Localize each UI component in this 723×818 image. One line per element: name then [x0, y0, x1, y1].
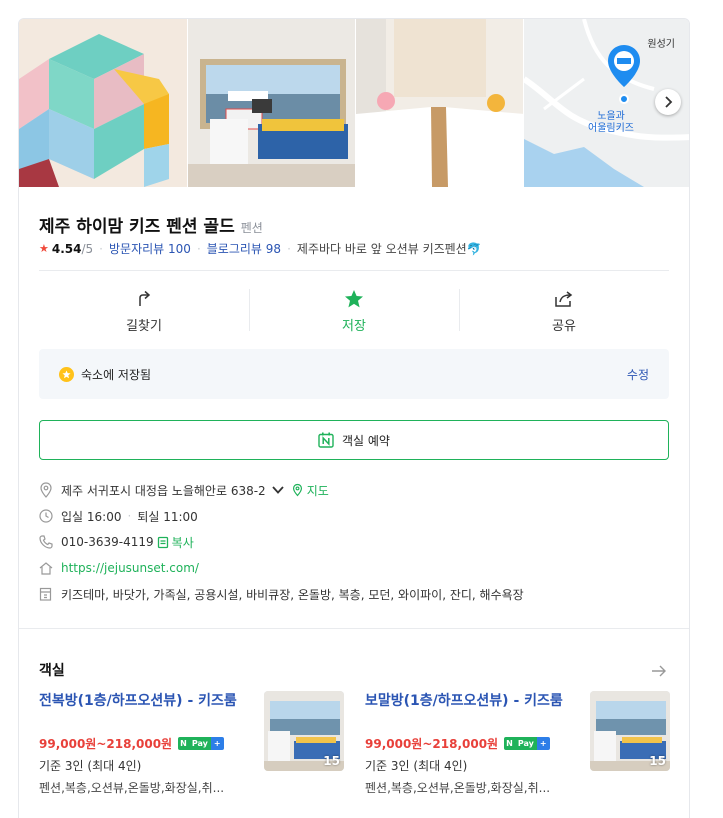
photo-blocks[interactable]: [19, 19, 187, 187]
amenities-text: 키즈테마, 바닷가, 가족실, 공용시설, 바비큐장, 온돌방, 복층, 모던,…: [61, 587, 524, 602]
naver-calendar-icon: [318, 432, 334, 448]
phone-row: 010-3639-4119 복사: [39, 529, 669, 555]
npay-plus: +: [536, 737, 550, 750]
chevron-down-icon[interactable]: [272, 486, 284, 494]
room-price: 99,000원~218,000원: [365, 737, 499, 751]
photo-kids-room[interactable]: [187, 19, 355, 187]
address-text: 제주 서귀포시 대정읍 노을해안로 638-2: [61, 483, 266, 498]
chevron-right-icon: [665, 96, 673, 108]
photo-next-button[interactable]: [655, 89, 681, 115]
visitor-review-count: 100: [168, 242, 191, 256]
directions-button[interactable]: 길찾기: [39, 287, 249, 335]
room-reserve-label: 객실 예약: [342, 433, 390, 448]
npay-plus: +: [210, 737, 224, 750]
photo-strip[interactable]: 원성기 노을과 어울림키즈: [19, 19, 689, 187]
photo-count: 15: [323, 754, 340, 768]
photo-map[interactable]: 원성기 노을과 어울림키즈: [523, 19, 689, 187]
room-thumbnail[interactable]: 15: [264, 691, 344, 771]
room-name[interactable]: 전복방(1층/하프오션뷰) - 키즈룸: [39, 691, 249, 711]
share-label: 공유: [552, 319, 576, 334]
room-card[interactable]: 전복방(1층/하프오션뷰) - 키즈룸 99,000원~218,000원 N P…: [39, 691, 344, 801]
place-card: 원성기 노을과 어울림키즈 제주 하이맘 키즈 펜션 골드 펜션 ★ 4.54 …: [18, 18, 690, 818]
room-capacity: 기준 3인 (최대 4인): [365, 759, 468, 773]
copy-phone-button[interactable]: 복사: [172, 534, 194, 551]
room-features: 펜션,복층,오션뷰,온돌방,화장실,취...: [39, 781, 225, 795]
action-bar: 길찾기 저장 공유: [39, 287, 669, 335]
blog-review-label: 블로그리뷰: [206, 242, 262, 256]
map-link[interactable]: 지도: [307, 482, 329, 499]
map-area-label: 원성기: [647, 39, 675, 50]
hours-row: 입실 16:00 · 퇴실 11:00: [39, 503, 669, 529]
room-name[interactable]: 보말방(1층/하프오션뷰) - 키즈룸: [365, 691, 575, 711]
map-place-label-line1: 노을과: [597, 111, 625, 122]
blog-review-link[interactable]: 블로그리뷰 98: [207, 240, 281, 257]
info-list: 제주 서귀포시 대정읍 노을해안로 638-2 지도 입실 16:00 · 퇴실…: [39, 477, 669, 607]
phone-icon: [39, 535, 61, 549]
website-link[interactable]: https://jejusunset.com/: [61, 561, 199, 575]
room-thumbnail[interactable]: 15: [590, 691, 670, 771]
arrow-right-icon[interactable]: [651, 662, 667, 681]
website-row: https://jejusunset.com/: [39, 555, 669, 581]
share-button[interactable]: 공유: [459, 287, 669, 335]
separator-dot: ·: [196, 241, 201, 256]
npay-n: N: [178, 737, 189, 750]
separator-dot: ·: [287, 241, 291, 256]
room-price: 99,000원~218,000원: [39, 737, 173, 751]
save-label: 저장: [342, 319, 366, 334]
npay-badge-icon: N Pay +: [178, 737, 224, 750]
save-button[interactable]: 저장: [249, 287, 459, 335]
place-meta: ★ 4.54 /5 · 방문자리뷰 100 · 블로그리뷰 98 · 제주바다 …: [39, 240, 482, 257]
room-capacity: 기준 3인 (최대 4인): [39, 759, 142, 773]
rating-value: 4.54: [51, 241, 82, 256]
npay-pay: Pay: [514, 737, 537, 750]
saved-notice: 숙소에 저장됨 수정: [39, 349, 669, 399]
directions-icon: [135, 289, 153, 309]
npay-badge-icon: N Pay +: [504, 737, 550, 750]
photo-bedroom[interactable]: [355, 19, 523, 187]
blog-review-count: 98: [265, 242, 282, 256]
home-icon: [39, 561, 61, 575]
location-pin-icon: [39, 482, 61, 498]
title-row: 제주 하이맘 키즈 펜션 골드 펜션: [39, 212, 263, 237]
room-price-row: 99,000원~218,000원 N Pay +: [365, 735, 550, 752]
clock-icon: [39, 509, 61, 523]
checkin-text: 입실 16:00: [61, 509, 122, 524]
room-card[interactable]: 보말방(1층/하프오션뷰) - 키즈룸 99,000원~218,000원 N P…: [365, 691, 670, 801]
room-reserve-button[interactable]: 객실 예약: [39, 420, 669, 460]
place-category: 펜션: [240, 221, 263, 235]
visitor-review-label: 방문자리뷰: [109, 242, 165, 256]
separator-dot: ·: [127, 509, 132, 523]
place-tagline: 제주바다 바로 앞 오션뷰 키즈펜션🐬: [296, 242, 482, 256]
npay-n: N: [504, 737, 515, 750]
map-place-label: 노을과 어울림키즈: [576, 111, 646, 135]
checkout-text: 퇴실 11:00: [137, 509, 198, 524]
rating-max: /5: [81, 241, 94, 256]
rooms-heading: 객실: [39, 663, 65, 679]
star-icon: ★: [39, 242, 49, 255]
saved-text: 숙소에 저장됨: [81, 367, 152, 382]
building-icon: [39, 587, 61, 601]
section-divider: [19, 628, 689, 629]
map-pin-icon: [292, 483, 303, 497]
share-icon: [554, 289, 574, 309]
amenities-row: 키즈테마, 바닷가, 가족실, 공용시설, 바비큐장, 온돌방, 복층, 모던,…: [39, 581, 669, 607]
photo-count: 15: [649, 754, 666, 768]
npay-pay: Pay: [188, 737, 211, 750]
room-price-row: 99,000원~218,000원 N Pay +: [39, 735, 224, 752]
phone-number[interactable]: 010-3639-4119: [61, 535, 154, 549]
saved-edit-link[interactable]: 수정: [627, 366, 649, 383]
saved-star-badge-icon: [59, 366, 74, 382]
map-place-label-line2: 어울림키즈: [588, 123, 634, 134]
divider: [39, 270, 669, 271]
room-features: 펜션,복층,오션뷰,온돌방,화장실,취...: [365, 781, 551, 795]
separator-dot: ·: [99, 241, 103, 256]
star-filled-icon: [344, 289, 364, 309]
copy-icon[interactable]: [157, 536, 169, 549]
visitor-review-link[interactable]: 방문자리뷰 100: [109, 240, 191, 257]
directions-label: 길찾기: [126, 319, 162, 334]
place-title: 제주 하이맘 키즈 펜션 골드: [39, 217, 235, 237]
address-row: 제주 서귀포시 대정읍 노을해안로 638-2 지도: [39, 477, 669, 503]
